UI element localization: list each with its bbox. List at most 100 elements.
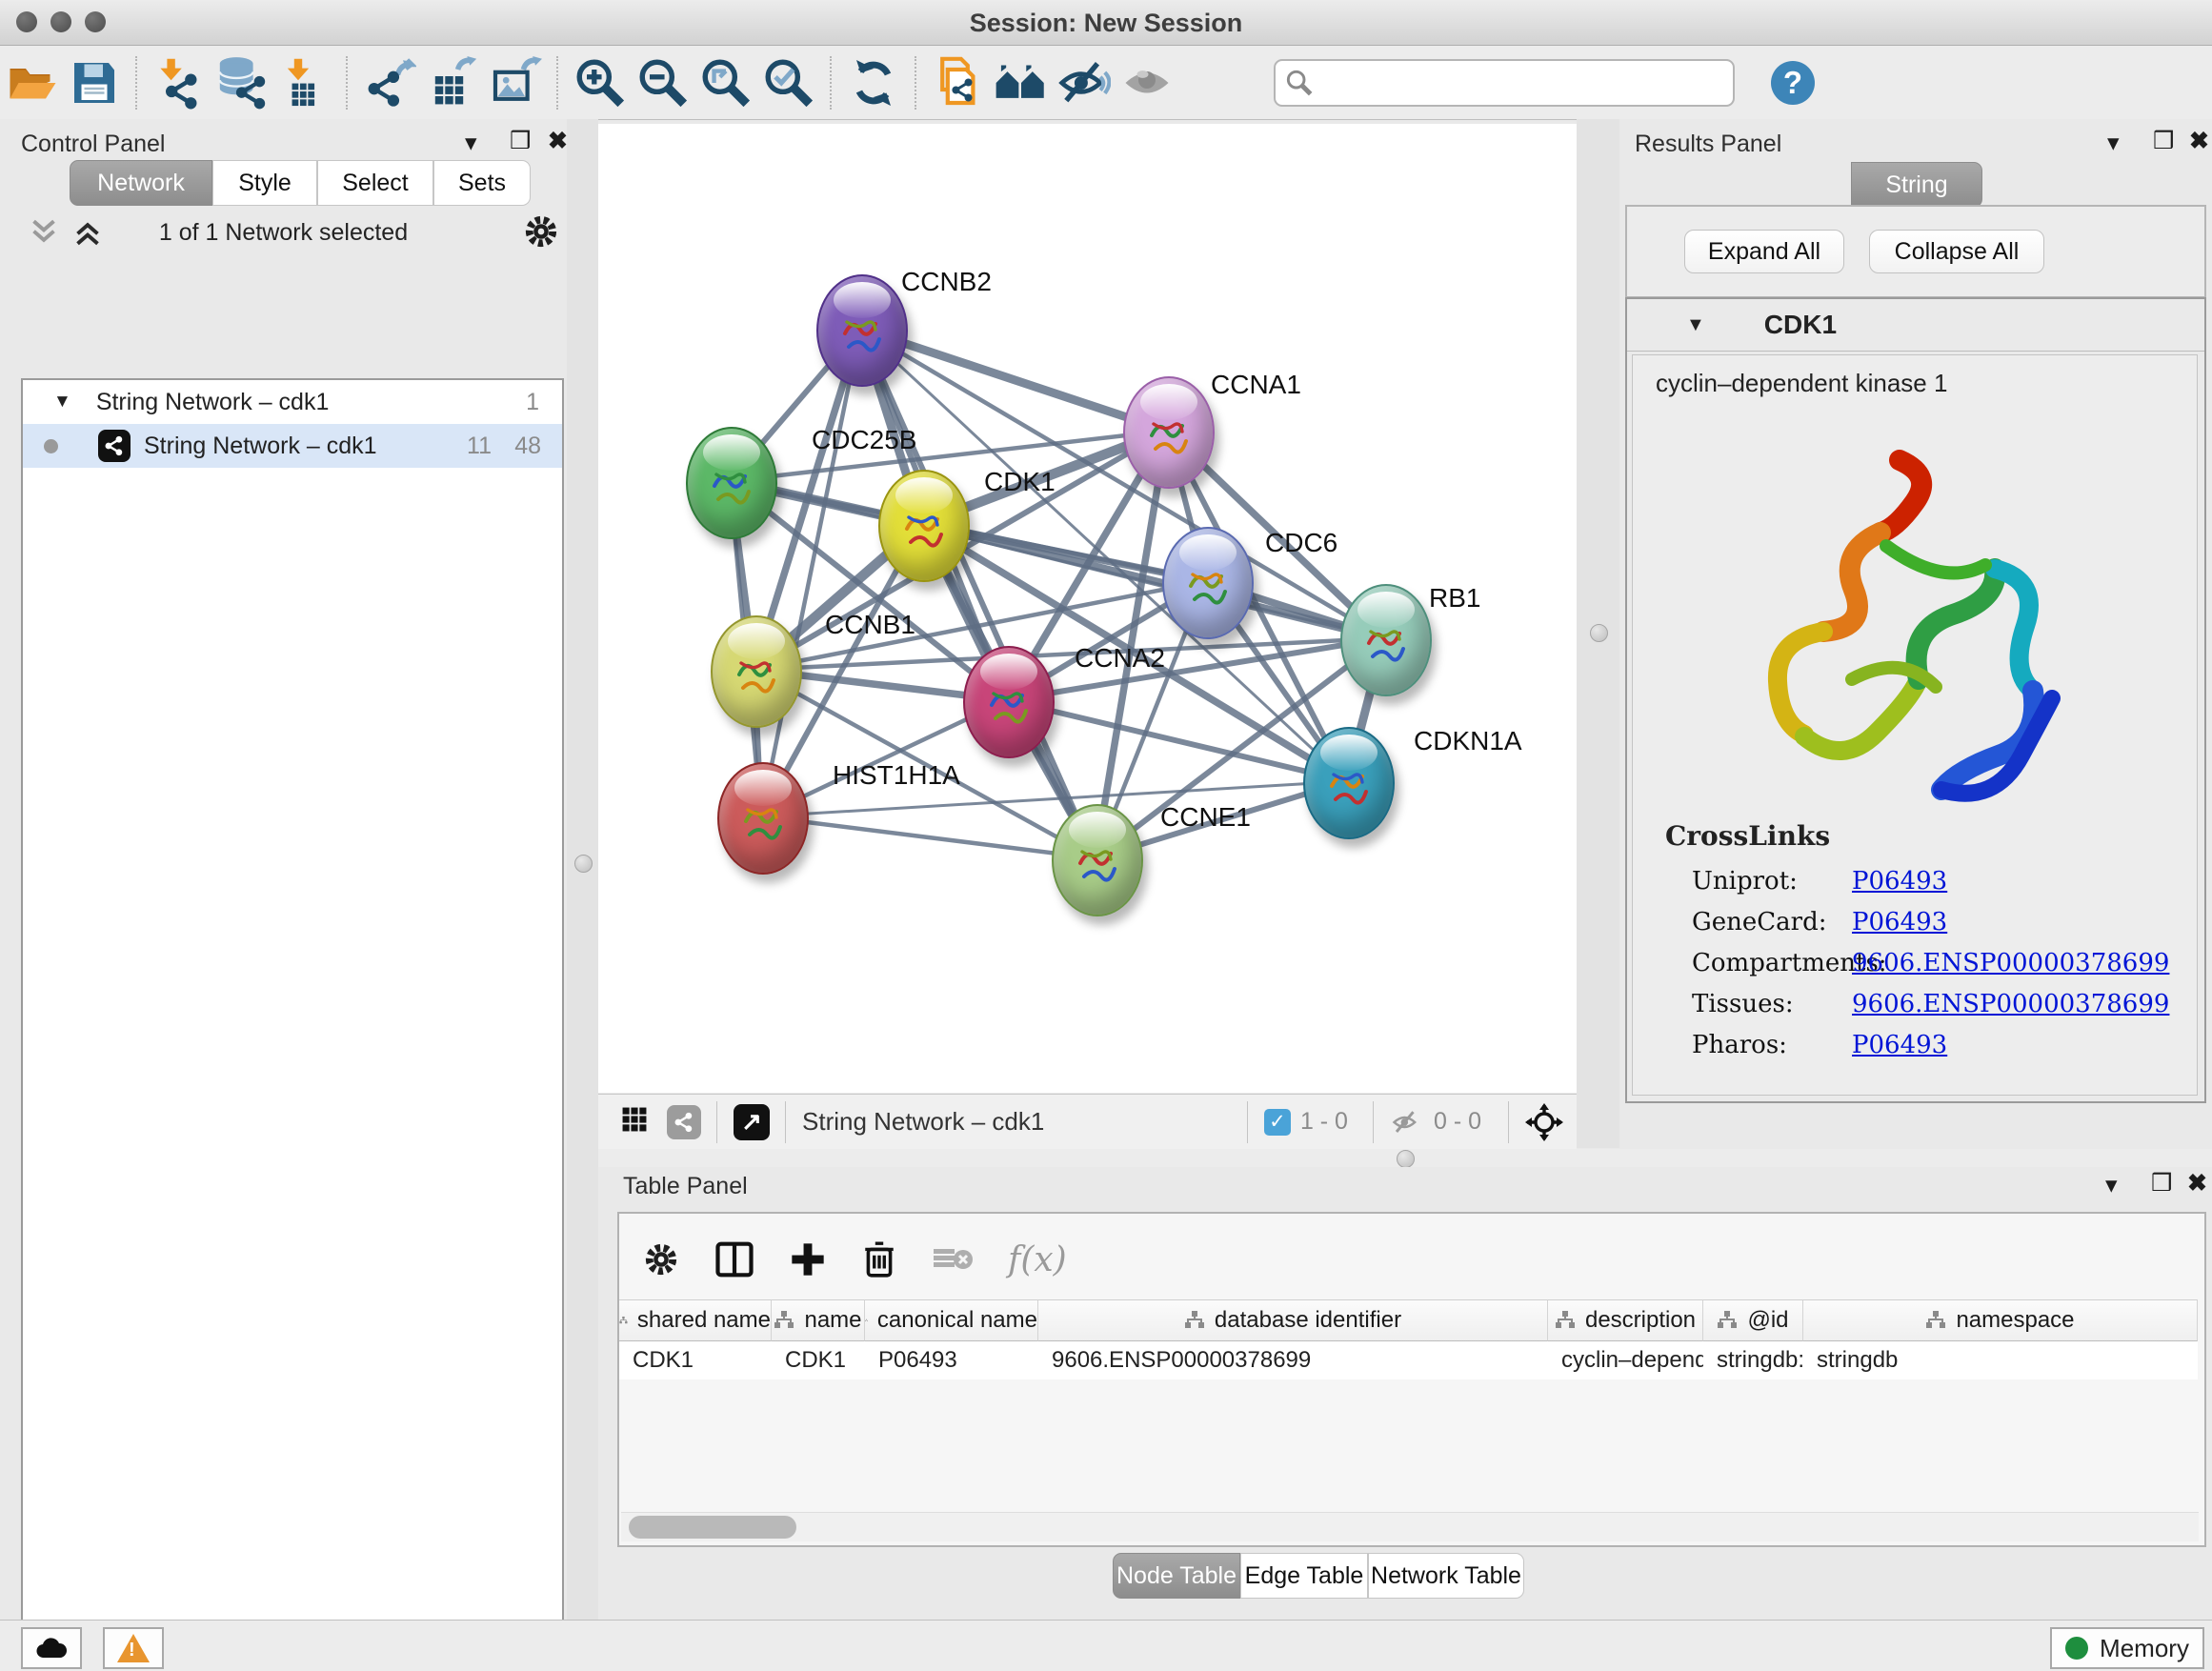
- table-cell[interactable]: stringdb:9...: [1703, 1341, 1803, 1379]
- crosslink-link[interactable]: 9606.ENSP00000378699: [1852, 990, 2169, 1018]
- network-canvas[interactable]: CCNB2CCNA1CDC25BCDK1CDC6RB1CCNB1CCNA2CDK…: [598, 124, 1577, 1093]
- splitter-handle[interactable]: [1590, 624, 1608, 642]
- network-node-CDC25B[interactable]: [686, 427, 777, 539]
- horizontal-splitter[interactable]: [598, 1149, 2212, 1167]
- panel-close-icon[interactable]: ✖: [548, 127, 568, 155]
- network-node-CDC6[interactable]: [1162, 527, 1254, 639]
- column-header-name[interactable]: name: [772, 1299, 865, 1341]
- network-view-icon[interactable]: [667, 1105, 701, 1139]
- vertical-splitter-left[interactable]: [567, 119, 598, 1620]
- table-cell[interactable]: stringdb: [1803, 1341, 2198, 1379]
- network-node-CCNB2[interactable]: [816, 274, 908, 387]
- column-header-canonical-name[interactable]: canonical name: [865, 1299, 1038, 1341]
- network-node-CCNA2[interactable]: [963, 646, 1055, 758]
- crosslink-link[interactable]: P06493: [1852, 867, 1947, 896]
- birdseye-view-button[interactable]: ↗: [734, 1104, 770, 1140]
- crosslink-link[interactable]: P06493: [1852, 908, 1947, 936]
- network-row-selected[interactable]: String Network – cdk1 11 48: [23, 424, 562, 468]
- export-network-button[interactable]: [358, 52, 421, 113]
- panel-float-icon[interactable]: ❒: [2153, 127, 2174, 155]
- table-cell[interactable]: cyclin–dependent ...: [1548, 1341, 1703, 1379]
- splitter-handle[interactable]: [1397, 1150, 1415, 1168]
- table-cell[interactable]: CDK1: [619, 1341, 772, 1379]
- open-session-button[interactable]: [0, 52, 63, 113]
- column-header-namespace[interactable]: namespace: [1803, 1299, 2198, 1341]
- toolbar-separator: [1247, 1101, 1249, 1143]
- zoom-selected-button[interactable]: [757, 52, 820, 113]
- column-header--id[interactable]: @id: [1703, 1299, 1803, 1341]
- panel-close-icon[interactable]: ✖: [2187, 1169, 2207, 1198]
- show-all-button[interactable]: [1116, 52, 1178, 113]
- panel-float-icon[interactable]: ❒: [2151, 1169, 2172, 1198]
- panel-menu-icon[interactable]: ▾: [465, 129, 477, 157]
- crosslink-link[interactable]: P06493: [1852, 1031, 1947, 1059]
- show-columns-icon[interactable]: [714, 1239, 754, 1279]
- splitter-handle[interactable]: [574, 855, 593, 873]
- tree-expander-icon[interactable]: ▼: [53, 392, 71, 413]
- tab-node-table[interactable]: Node Table: [1113, 1553, 1240, 1599]
- table-cell[interactable]: 9606.ENSP00000378699: [1038, 1341, 1548, 1379]
- search-input[interactable]: [1314, 69, 1699, 97]
- tab-style[interactable]: Style: [212, 160, 317, 206]
- gear-icon[interactable]: [642, 1240, 680, 1278]
- help-button[interactable]: ?: [1771, 61, 1815, 105]
- table-cell[interactable]: CDK1: [772, 1341, 865, 1379]
- crosslink-link[interactable]: 9606.ENSP00000378699: [1852, 949, 2169, 977]
- network-collection-row[interactable]: ▼ String Network – cdk1 1: [23, 380, 562, 424]
- zoom-fit-button[interactable]: [694, 52, 757, 113]
- zoom-out-button[interactable]: [632, 52, 694, 113]
- export-table-button[interactable]: [421, 52, 484, 113]
- column-header-shared-name[interactable]: shared name: [619, 1299, 772, 1341]
- column-header-database-identifier[interactable]: database identifier: [1038, 1299, 1548, 1341]
- cloud-status-button[interactable]: [21, 1627, 82, 1669]
- import-network-database-button[interactable]: [211, 52, 273, 113]
- network-node-RB1[interactable]: [1340, 584, 1432, 696]
- table-cell[interactable]: P06493: [865, 1341, 1038, 1379]
- save-session-button[interactable]: [63, 52, 126, 113]
- fit-content-crosshair-icon[interactable]: [1525, 1103, 1563, 1141]
- scrollbar-thumb[interactable]: [629, 1516, 796, 1539]
- add-column-icon[interactable]: [789, 1240, 827, 1278]
- network-node-CDK1[interactable]: [878, 470, 970, 582]
- panel-menu-icon[interactable]: ▾: [2107, 129, 2120, 157]
- panel-close-icon[interactable]: ✖: [2189, 127, 2209, 155]
- panel-menu-icon[interactable]: ▾: [2105, 1171, 2118, 1199]
- hide-selected-button[interactable]: [1053, 52, 1116, 113]
- import-network-file-button[interactable]: [148, 52, 211, 113]
- first-neighbors-button[interactable]: [990, 52, 1053, 113]
- import-table-button[interactable]: [273, 52, 336, 113]
- protein-thumbnail: [1322, 757, 1374, 816]
- table-row[interactable]: CDK1CDK1P064939606.ENSP00000378699cyclin…: [619, 1341, 2201, 1379]
- panel-float-icon[interactable]: ❒: [510, 127, 531, 155]
- memory-button[interactable]: Memory: [2050, 1627, 2204, 1669]
- export-image-button[interactable]: [484, 52, 547, 113]
- tab-edge-table[interactable]: Edge Table: [1240, 1553, 1368, 1599]
- warnings-button[interactable]: !: [103, 1627, 164, 1669]
- entry-header[interactable]: ▼ CDK1: [1627, 299, 2204, 352]
- network-node-CCNB1[interactable]: [711, 615, 802, 728]
- network-node-HIST1H1A[interactable]: [717, 762, 809, 875]
- duplicate-network-button[interactable]: [927, 52, 990, 113]
- tab-string[interactable]: String: [1851, 162, 1982, 208]
- tab-network[interactable]: Network: [70, 160, 212, 206]
- collapse-all-button[interactable]: Collapse All: [1869, 230, 2044, 273]
- zoom-in-button[interactable]: [569, 52, 632, 113]
- delete-column-icon[interactable]: [861, 1240, 897, 1278]
- table-horizontal-scrollbar[interactable]: [621, 1512, 2199, 1541]
- apply-layout-button[interactable]: [842, 52, 905, 113]
- search-box[interactable]: [1274, 59, 1735, 107]
- eye-icon: [1121, 57, 1173, 109]
- network-node-CCNA1[interactable]: [1123, 376, 1215, 489]
- network-node-CCNE1[interactable]: [1052, 804, 1143, 916]
- network-node-CDKN1A[interactable]: [1303, 727, 1395, 839]
- tab-network-table[interactable]: Network Table: [1368, 1553, 1524, 1599]
- gear-icon[interactable]: [522, 212, 560, 251]
- column-header-description[interactable]: description: [1548, 1299, 1703, 1341]
- tab-select[interactable]: Select: [317, 160, 433, 206]
- vertical-splitter-right[interactable]: [1577, 119, 1619, 1148]
- expand-all-button[interactable]: Expand All: [1684, 230, 1844, 273]
- table-panel-body: f(x) shared namenamecanonical namedataba…: [617, 1212, 2206, 1547]
- grid-mode-icon[interactable]: [619, 1104, 650, 1139]
- tab-sets[interactable]: Sets: [433, 160, 531, 206]
- entry-expander-icon[interactable]: ▼: [1686, 314, 1705, 336]
